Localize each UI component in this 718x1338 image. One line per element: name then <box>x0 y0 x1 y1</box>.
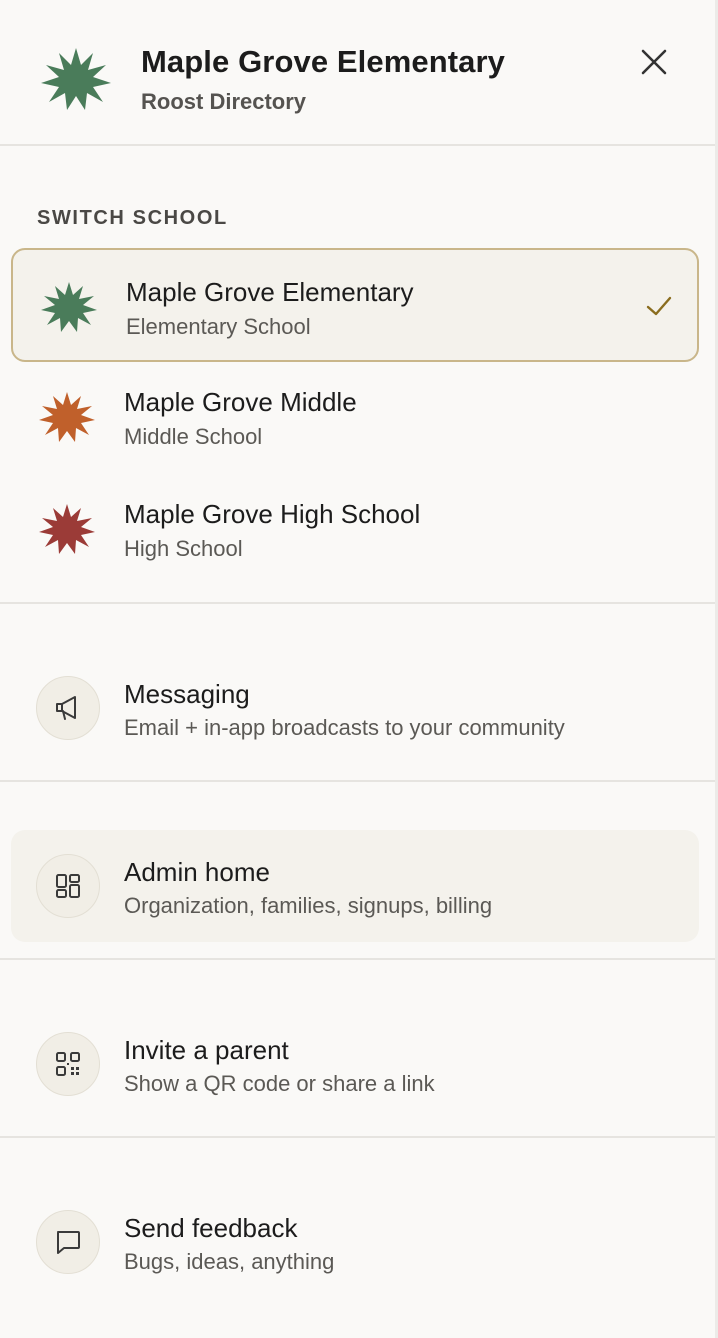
school-type: Elementary School <box>126 314 311 339</box>
school-switcher-panel: Maple Grove Elementary Roost Directory S… <box>0 0 715 1338</box>
school-option-elementary[interactable]: Maple Grove Elementary Elementary School <box>11 248 699 362</box>
menu-icon-wrapper <box>36 854 100 918</box>
school-badge-starburst <box>39 504 95 554</box>
school-option-high[interactable]: Maple Grove High School High School <box>11 472 699 586</box>
menu-item-messaging[interactable]: Messaging Email + in-app broadcasts to y… <box>11 652 699 764</box>
menu-item-send-feedback[interactable]: Send feedback Bugs, ideas, anything <box>11 1186 699 1298</box>
divider <box>0 780 715 782</box>
school-option-middle[interactable]: Maple Grove Middle Middle School <box>11 360 699 474</box>
school-name: Maple Grove Elementary <box>126 277 414 307</box>
school-type: Middle School <box>124 424 263 449</box>
school-badge-starburst <box>41 282 97 332</box>
school-badge-starburst <box>39 392 95 442</box>
menu-item-title: Messaging <box>124 679 250 709</box>
app-subtitle: Roost Directory <box>141 89 307 114</box>
menu-icon-wrapper <box>36 1210 100 1274</box>
menu-item-description: Bugs, ideas, anything <box>124 1249 335 1274</box>
menu-item-description: Show a QR code or share a link <box>124 1071 435 1096</box>
starburst-icon <box>41 282 97 332</box>
qr-code-icon <box>56 1052 80 1076</box>
menu-item-admin-home[interactable]: Admin home Organization, families, signu… <box>11 830 699 942</box>
section-label-switch-school: SWITCH SCHOOL <box>37 207 228 229</box>
divider <box>0 144 715 146</box>
panel-header: Maple Grove Elementary Roost Directory <box>0 0 715 146</box>
close-button[interactable] <box>632 40 676 84</box>
logo-starburst <box>41 48 111 110</box>
school-name: Maple Grove High School <box>124 499 421 529</box>
starburst-icon <box>41 48 111 110</box>
menu-item-description: Email + in-app broadcasts to your commun… <box>124 715 565 740</box>
menu-item-invite-parent[interactable]: Invite a parent Show a QR code or share … <box>11 1008 699 1120</box>
menu-item-title: Invite a parent <box>124 1035 289 1065</box>
megaphone-icon <box>56 696 76 720</box>
divider <box>0 958 715 960</box>
close-icon <box>641 49 667 75</box>
school-name: Maple Grove Middle <box>124 387 357 417</box>
chat-bubble-icon <box>57 1231 80 1254</box>
page-title: Maple Grove Elementary <box>141 44 506 79</box>
starburst-icon <box>39 392 95 442</box>
menu-icon-wrapper <box>36 1032 100 1096</box>
menu-item-title: Send feedback <box>124 1213 298 1243</box>
menu-item-description: Organization, families, signups, billing <box>124 893 493 918</box>
menu-item-title: Admin home <box>124 857 270 887</box>
menu-icon-wrapper <box>36 676 100 740</box>
check-icon <box>646 296 672 316</box>
dashboard-icon <box>56 874 80 898</box>
divider <box>0 1136 715 1138</box>
divider <box>0 602 715 604</box>
school-type: High School <box>124 536 243 561</box>
starburst-icon <box>39 504 95 554</box>
